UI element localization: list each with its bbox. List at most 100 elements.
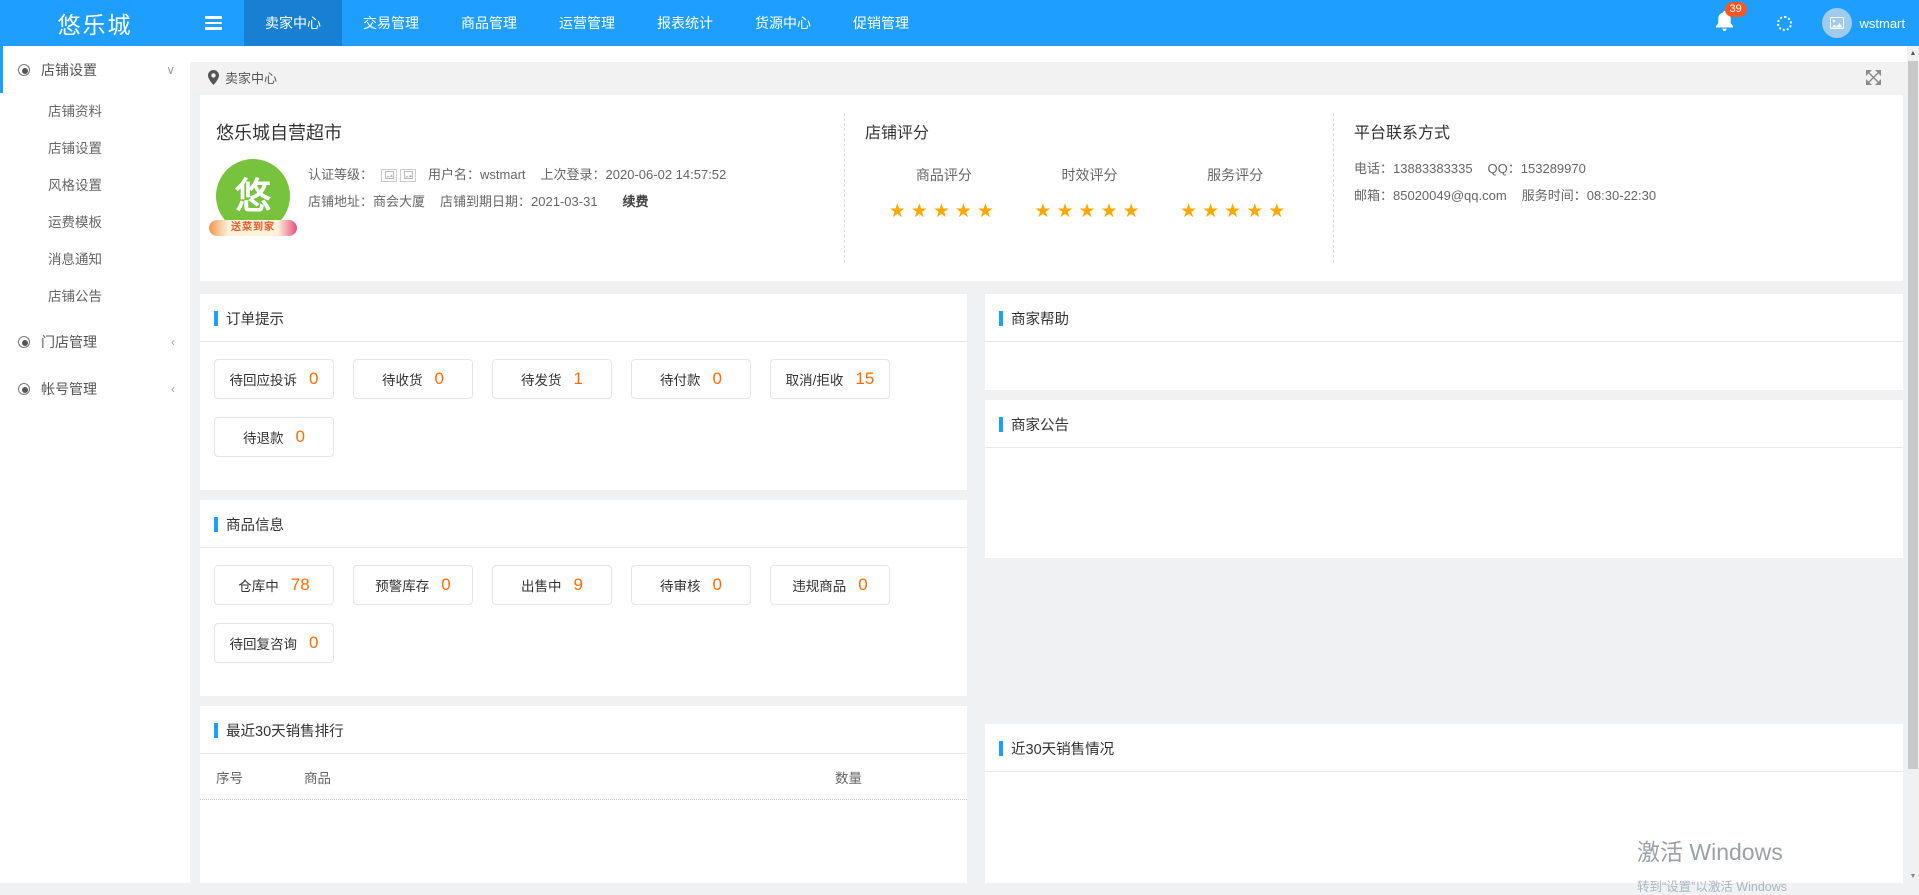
location-pin-icon xyxy=(208,70,219,85)
count-button-取消/拒收[interactable]: 取消/拒收15 xyxy=(770,359,890,399)
sidebar-item-消息通知[interactable]: 消息通知 xyxy=(0,241,190,278)
count-button-仓库中[interactable]: 仓库中78 xyxy=(214,565,334,605)
sidebar-item-风格设置[interactable]: 风格设置 xyxy=(0,167,190,204)
count-button-label: 待审核 xyxy=(660,575,701,595)
contact-line: 邮箱：85020049@qq.com服务时间：08:30-22:30 xyxy=(1354,182,1903,209)
scroll-up-arrow[interactable]: ▲ xyxy=(1907,46,1919,60)
renew-link[interactable]: 续费 xyxy=(623,194,649,209)
count-button-value: 78 xyxy=(291,575,310,595)
contact-field: 邮箱：85020049@qq.com xyxy=(1354,188,1507,203)
star-icon: ★ xyxy=(1246,201,1268,222)
sidebar-group-门店管理[interactable]: 门店管理‹ xyxy=(0,318,190,365)
sales-chart-panel: 近30天销售情况 xyxy=(985,724,1903,883)
count-button-label: 预警库存 xyxy=(375,575,429,595)
breadcrumb-label: 卖家中心 xyxy=(225,68,277,87)
star-icon: ★ xyxy=(889,201,911,222)
notifications-button[interactable]: 39 xyxy=(1716,11,1733,36)
count-button-value: 9 xyxy=(574,575,583,595)
image-placeholder-icon xyxy=(1830,17,1844,29)
field-label: 服务时间： xyxy=(1522,188,1587,203)
count-button-label: 出售中 xyxy=(521,575,562,595)
count-button-value: 0 xyxy=(441,575,450,595)
panel-title: 商家公告 xyxy=(1011,414,1069,435)
avatar xyxy=(1822,8,1852,38)
nav-item[interactable]: 报表统计 xyxy=(636,0,734,46)
field-value: 商会大厦 xyxy=(373,194,425,209)
count-button-待退款[interactable]: 待退款 0 xyxy=(214,417,334,457)
content-top-strip xyxy=(190,46,1919,62)
count-button-label: 待发货 xyxy=(521,369,562,389)
count-button-待收货[interactable]: 待收货 0 xyxy=(353,359,473,399)
star-icon: ★ xyxy=(1078,201,1100,222)
user-menu[interactable]: wstmart xyxy=(1822,8,1906,38)
rank-column-header: 商品 xyxy=(304,767,835,787)
store-rating-section: 店铺评分 商品评分★★★★★时效评分★★★★★服务评分★★★★★ xyxy=(845,95,1334,281)
rating-item: 时效评分★★★★★ xyxy=(1017,165,1163,223)
star-icon: ★ xyxy=(1224,201,1246,222)
field-value: 13883383335 xyxy=(1393,161,1473,176)
count-button-value: 0 xyxy=(296,427,305,447)
count-button-待付款[interactable]: 待付款0 xyxy=(631,359,751,399)
sidebar-item-运费模板[interactable]: 运费模板 xyxy=(0,204,190,241)
cert-level-label: 认证等级： xyxy=(308,167,373,182)
star-icon: ★ xyxy=(1123,201,1145,222)
panel-accent-bar xyxy=(214,311,218,326)
count-button-预警库存[interactable]: 预警库存 0 xyxy=(353,565,473,605)
menu-toggle-button[interactable] xyxy=(190,0,236,46)
panel-title: 近30天销售情况 xyxy=(1011,738,1114,759)
count-button-违规商品[interactable]: 违规商品 0 xyxy=(770,565,890,605)
field-label: 用户名： xyxy=(428,167,480,182)
count-button-待回应投诉[interactable]: 待回应投诉0 xyxy=(214,359,334,399)
count-button-待发货[interactable]: 待发货1 xyxy=(492,359,612,399)
field-label: 邮箱： xyxy=(1354,188,1393,203)
field-label: 上次登录： xyxy=(541,167,606,182)
field-value: 2021-03-31 xyxy=(531,194,598,209)
store-summary-card: 悠乐城自营超市 悠 送菜到家 认证等级：用户名：wstmart上次登录：2020… xyxy=(200,95,1903,281)
bullseye-icon xyxy=(18,64,30,76)
star-icon: ★ xyxy=(911,201,933,222)
nav-item[interactable]: 交易管理 xyxy=(342,0,440,46)
chevron-left-icon: ‹ xyxy=(171,382,175,396)
count-button-label: 待收货 xyxy=(382,369,423,389)
rating-title: 店铺评分 xyxy=(845,119,1334,143)
panel-accent-bar xyxy=(999,741,1003,756)
count-button-value: 0 xyxy=(858,575,867,595)
fullscreen-icon[interactable] xyxy=(1866,70,1881,85)
store-details: 认证等级：用户名：wstmart上次登录：2020-06-02 14:57:52… xyxy=(308,159,741,233)
field-value: 153289970 xyxy=(1521,161,1586,176)
store-name: 悠乐城自营超市 xyxy=(216,119,845,145)
sales-rank-panel: 最近30天销售排行 序号商品数量 xyxy=(200,706,967,883)
sidebar-group-店铺设置[interactable]: 店铺设置∨ xyxy=(0,46,190,93)
brand-logo[interactable]: 悠乐城 xyxy=(0,0,190,46)
nav-item[interactable]: 运营管理 xyxy=(538,0,636,46)
field-value: 85020049@qq.com xyxy=(1393,188,1507,203)
scrollbar-thumb[interactable] xyxy=(1908,61,1918,769)
refresh-icon[interactable] xyxy=(1777,16,1792,31)
nav-item[interactable]: 商品管理 xyxy=(440,0,538,46)
nav-item[interactable]: 卖家中心 xyxy=(244,0,342,46)
star-rating: ★★★★★ xyxy=(1017,200,1163,223)
contact-title: 平台联系方式 xyxy=(1354,119,1903,143)
goods-info-panel: 商品信息 仓库中78预警库存0出售中9待审核0违规商品0待回复咨询0 xyxy=(200,500,967,696)
star-rating: ★★★★★ xyxy=(1162,200,1308,223)
panel-title: 商家帮助 xyxy=(1011,308,1069,329)
count-button-label: 取消/拒收 xyxy=(786,369,844,389)
vertical-scrollbar[interactable]: ▲ ▼ xyxy=(1907,46,1919,883)
navbar-right: 39 wstmart xyxy=(1716,0,1906,46)
count-button-label: 待退款 xyxy=(243,427,284,447)
count-button-出售中[interactable]: 出售中 9 xyxy=(492,565,612,605)
count-button-label: 违规商品 xyxy=(792,575,846,595)
sidebar-group-帐号管理[interactable]: 帐号管理‹ xyxy=(0,365,190,412)
nav-item[interactable]: 促销管理 xyxy=(832,0,930,46)
sidebar-item-店铺资料[interactable]: 店铺资料 xyxy=(0,93,190,130)
scroll-down-arrow[interactable]: ▼ xyxy=(1907,869,1919,883)
nav-item[interactable]: 货源中心 xyxy=(734,0,832,46)
info-field: 店铺到期日期：2021-03-31 xyxy=(440,194,598,209)
sidebar-item-店铺公告[interactable]: 店铺公告 xyxy=(0,278,190,315)
count-button-待审核[interactable]: 待审核0 xyxy=(631,565,751,605)
sidebar-item-店铺设置[interactable]: 店铺设置 xyxy=(0,130,190,167)
count-button-待回复咨询[interactable]: 待回复咨询0 xyxy=(214,623,334,663)
count-button-value: 0 xyxy=(435,369,444,389)
info-field: 店铺地址：商会大厦 xyxy=(308,194,425,209)
sidebar-group-label: 店铺设置 xyxy=(41,60,97,80)
